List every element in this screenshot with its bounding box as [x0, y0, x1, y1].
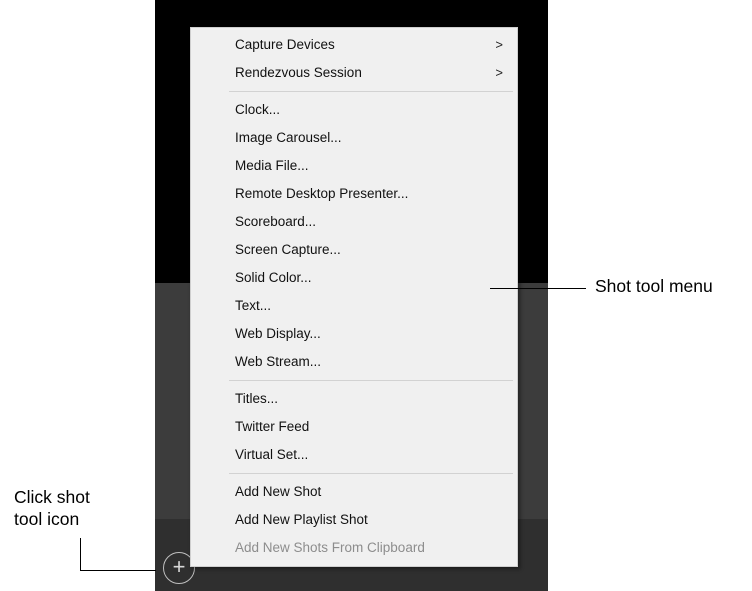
menu-separator: [229, 380, 513, 381]
menu-item-twitter-feed[interactable]: Twitter Feed: [191, 413, 517, 441]
icon-callout-label-2: tool icon: [14, 509, 80, 529]
menu-item-screen-capture[interactable]: Screen Capture...: [191, 236, 517, 264]
menu-item-add-new-shot[interactable]: Add New Shot: [191, 478, 517, 506]
menu-item-label: Solid Color...: [235, 270, 312, 285]
menu-item-label: Add New Playlist Shot: [235, 512, 368, 527]
menu-item-media-file[interactable]: Media File...: [191, 152, 517, 180]
menu-item-label: Add New Shots From Clipboard: [235, 540, 425, 555]
menu-item-add-new-playlist-shot[interactable]: Add New Playlist Shot: [191, 506, 517, 534]
menu-callout-label: Shot tool menu: [595, 276, 713, 296]
menu-item-image-carousel[interactable]: Image Carousel...: [191, 124, 517, 152]
menu-item-label: Capture Devices: [235, 37, 335, 52]
menu-item-web-stream[interactable]: Web Stream...: [191, 348, 517, 376]
menu-item-titles[interactable]: Titles...: [191, 385, 517, 413]
menu-item-label: Image Carousel...: [235, 130, 342, 145]
menu-item-label: Add New Shot: [235, 484, 322, 499]
menu-item-label: Rendezvous Session: [235, 65, 362, 80]
menu-item-label: Web Stream...: [235, 354, 322, 369]
menu-item-clock[interactable]: Clock...: [191, 96, 517, 124]
menu-item-label: Scoreboard...: [235, 214, 317, 229]
menu-separator: [229, 91, 513, 92]
menu-item-label: Text...: [235, 298, 272, 313]
plus-circle-icon: +: [172, 554, 186, 579]
menu-item-label: Web Display...: [235, 326, 321, 341]
menu-item-solid-color[interactable]: Solid Color...: [191, 264, 517, 292]
submenu-arrow-icon: >: [495, 37, 503, 52]
menu-item-capture-devices[interactable]: Capture Devices >: [191, 31, 517, 59]
menu-item-label: Clock...: [235, 102, 281, 117]
menu-item-label: Screen Capture...: [235, 242, 341, 257]
menu-item-label: Remote Desktop Presenter...: [235, 186, 409, 201]
menu-item-add-new-shots-from-clipboard: Add New Shots From Clipboard: [191, 534, 517, 562]
menu-item-scoreboard[interactable]: Scoreboard...: [191, 208, 517, 236]
menu-item-label: Twitter Feed: [235, 419, 310, 434]
shot-tool-menu: Capture Devices > Rendezvous Session > Clock…: [190, 27, 518, 567]
icon-callout-line-horizontal: [80, 570, 156, 571]
menu-item-remote-desktop-presenter[interactable]: Remote Desktop Presenter...: [191, 180, 517, 208]
menu-callout-line: [490, 288, 586, 289]
menu-item-label: Virtual Set...: [235, 447, 309, 462]
menu-item-label: Titles...: [235, 391, 279, 406]
menu-separator: [229, 473, 513, 474]
menu-item-text[interactable]: Text...: [191, 292, 517, 320]
menu-item-virtual-set[interactable]: Virtual Set...: [191, 441, 517, 469]
menu-item-rendezvous-session[interactable]: Rendezvous Session >: [191, 59, 517, 87]
menu-item-web-display[interactable]: Web Display...: [191, 320, 517, 348]
submenu-arrow-icon: >: [495, 65, 503, 80]
icon-callout-line-vertical: [80, 538, 81, 570]
menu-item-label: Media File...: [235, 158, 309, 173]
icon-callout-label-1: Click shot: [14, 487, 90, 507]
